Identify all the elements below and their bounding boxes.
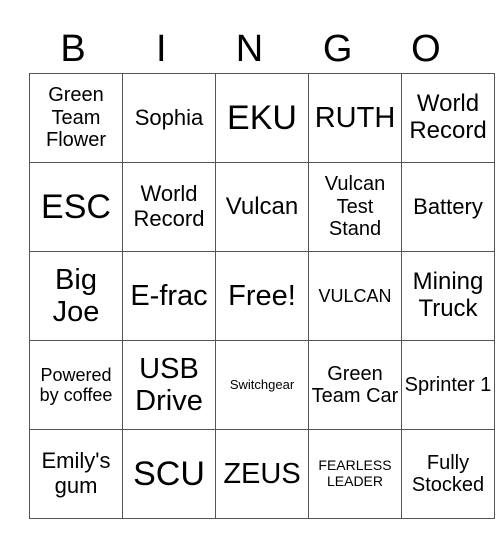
bingo-cell[interactable]: VULCAN: [308, 251, 402, 341]
bingo-cell[interactable]: Fully Stocked: [401, 429, 495, 519]
bingo-cell[interactable]: E-frac: [122, 251, 216, 341]
bingo-cell[interactable]: SCU: [122, 429, 216, 519]
header-letter-i: I: [156, 28, 167, 70]
bingo-cell[interactable]: Green Team Car: [308, 340, 402, 430]
bingo-cell[interactable]: RUTH: [308, 73, 402, 163]
bingo-cell[interactable]: EKU: [215, 73, 309, 163]
bingo-cell[interactable]: Switchgear: [215, 340, 309, 430]
bingo-row: Powered by coffee USB Drive Switchgear Gree…: [29, 340, 495, 430]
bingo-cell[interactable]: Emily's gum: [29, 429, 123, 519]
bingo-row: Big Joe E-frac Free! VULCAN Mining Truck: [29, 251, 495, 341]
bingo-cell[interactable]: USB Drive: [122, 340, 216, 430]
bingo-cell[interactable]: Powered by coffee: [29, 340, 123, 430]
bingo-cell[interactable]: FEARLESS LEADER: [308, 429, 402, 519]
bingo-row: Emily's gum SCU ZEUS FEARLESS LEADER Fully S…: [29, 429, 495, 519]
bingo-header: B I N G O: [29, 24, 470, 74]
bingo-cell[interactable]: ZEUS: [215, 429, 309, 519]
bingo-row: Green Team Flower Sophia EKU RUTH World Reco…: [29, 73, 495, 163]
bingo-row: ESC World Record Vulcan Vulcan Test Stand Ba…: [29, 162, 495, 252]
bingo-cell[interactable]: ESC: [29, 162, 123, 252]
header-letter-g: G: [322, 28, 353, 70]
bingo-cell[interactable]: World Record: [401, 73, 495, 163]
bingo-cell[interactable]: Green Team Flower: [29, 73, 123, 163]
bingo-cell[interactable]: Vulcan: [215, 162, 309, 252]
bingo-cell[interactable]: World Record: [122, 162, 216, 252]
bingo-cell[interactable]: Mining Truck: [401, 251, 495, 341]
header-letter-b: B: [60, 28, 86, 70]
bingo-cell[interactable]: Battery: [401, 162, 495, 252]
bingo-cell[interactable]: Sprinter 1: [401, 340, 495, 430]
header-letter-n: N: [235, 28, 264, 70]
bingo-card: Green Team Flower Sophia EKU RUTH World Reco…: [29, 73, 495, 519]
bingo-cell[interactable]: Vulcan Test Stand: [308, 162, 402, 252]
bingo-cell[interactable]: Big Joe: [29, 251, 123, 341]
bingo-cell[interactable]: Sophia: [122, 73, 216, 163]
bingo-cell[interactable]: Free!: [215, 251, 309, 341]
header-letter-o: O: [411, 28, 441, 70]
